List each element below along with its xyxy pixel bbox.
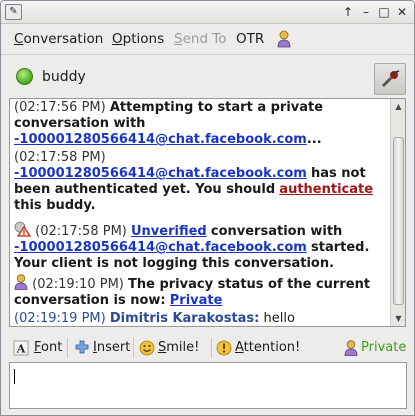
authenticate-link[interactable]: authenticate (279, 182, 373, 197)
menu-bar: Conversation Options Send To OTR (1, 24, 414, 54)
avatar-glyph (382, 70, 400, 87)
formatting-toolbar: A Font Insert Smile! Attention! Private (9, 335, 407, 362)
insert-plus-icon (75, 340, 89, 354)
otr-status-button[interactable]: Private (361, 337, 406, 359)
message: ! (02:17:58 PM) Unverified conversation … (14, 221, 388, 272)
message-list: (02:17:56 PM) Attempting to start a priv… (14, 100, 388, 326)
minimize-icon[interactable]: – (359, 5, 373, 19)
timestamp: (02:19:19 PM) (14, 311, 106, 326)
message: (02:17:58 PM) -100001280566414@chat.face… (14, 150, 388, 214)
close-icon[interactable]: ✕ (395, 5, 409, 19)
toolbar-separator (211, 338, 212, 358)
message-text: conversation with (210, 224, 343, 239)
smile-button[interactable]: Smile! (158, 337, 199, 359)
attention-icon (216, 340, 232, 356)
timestamp: (02:17:56 PM) (14, 100, 106, 115)
maximize-icon[interactable]: □ (377, 5, 391, 19)
scroll-up-icon[interactable]: ▲ (393, 101, 404, 112)
menu-conversation[interactable]: Conversation (14, 31, 103, 47)
conversation-window: ✎ ↑ – □ ✕ Conversation Options Send To O… (0, 0, 415, 416)
timestamp: (02:17:58 PM) (14, 150, 106, 165)
scroll-down-icon[interactable]: ▼ (393, 313, 404, 324)
warning-triangle-icon: ! (14, 221, 31, 237)
toolbar-separator (133, 338, 134, 358)
insert-button[interactable]: Insert (93, 337, 130, 359)
private-link[interactable]: Private (170, 293, 223, 308)
conversation-history[interactable]: (02:17:56 PM) Attempting to start a priv… (9, 98, 406, 327)
toolbar-separator (67, 338, 68, 358)
attention-button[interactable]: Attention! (235, 337, 300, 359)
menu-send-to[interactable]: Send To (174, 31, 227, 47)
message-text: hello (263, 311, 295, 326)
buddy-id-link[interactable]: -100001280566414@chat.facebook.com (14, 132, 307, 147)
unverified-link[interactable]: Unverified (131, 224, 207, 239)
message-entry[interactable] (9, 362, 407, 409)
keep-above-icon[interactable]: ↑ (341, 5, 355, 19)
smiley-icon (139, 340, 155, 356)
history-scrollbar[interactable]: ▲ ▼ (390, 99, 405, 326)
buddy-header: buddy (1, 55, 414, 97)
svg-text:A: A (16, 343, 26, 356)
text-cursor (14, 369, 15, 384)
timestamp: (02:19:10 PM) (32, 277, 124, 292)
scroll-thumb[interactable] (393, 137, 404, 305)
sender-name[interactable]: Dimitris Karakostas: (110, 311, 260, 326)
title-bar[interactable]: ✎ ↑ – □ ✕ (1, 1, 414, 24)
message: (02:19:10 PM) The privacy status of the … (14, 274, 388, 309)
menu-otr[interactable]: OTR (236, 31, 264, 47)
buddy-id-link[interactable]: -100001280566414@chat.facebook.com (14, 166, 307, 181)
message-text: this buddy. (14, 198, 96, 213)
otr-person-icon (344, 340, 358, 356)
otr-person-icon (14, 274, 28, 290)
pidgin-app-icon[interactable]: ✎ (5, 4, 22, 20)
message: (02:17:56 PM) Attempting to start a priv… (14, 100, 388, 148)
svg-text:!: ! (22, 229, 25, 237)
font-button[interactable]: Font (34, 337, 62, 359)
font-icon: A (13, 340, 29, 356)
message-text: ... (306, 132, 322, 147)
timestamp: (02:17:58 PM) (35, 224, 127, 239)
buddy-name[interactable]: buddy (42, 69, 86, 85)
buddy-avatar-icon[interactable] (374, 63, 406, 95)
available-status-icon (16, 68, 33, 85)
message: (02:19:19 PM) Dimitris Karakostas: hello (14, 311, 388, 326)
menu-options[interactable]: Options (112, 31, 164, 47)
otr-person-icon[interactable] (277, 30, 291, 48)
buddy-id-link[interactable]: -100001280566414@chat.facebook.com (14, 240, 307, 255)
